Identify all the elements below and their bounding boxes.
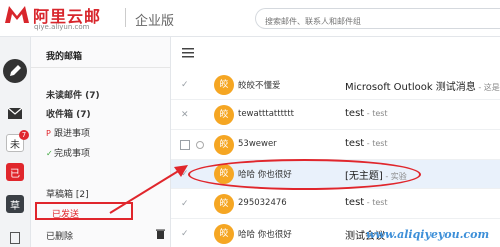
message-list: ✓ 皎 皎皎不懂爱 Microsoft Outlook 测试消息 - 这是在..… [171,37,500,247]
rail-sent-button[interactable]: 已 [6,163,24,181]
mail-app: 阿里云邮 qiye.aliyun.com 企业版 未 7 已 草 [0,0,500,247]
pencil-icon [10,65,21,76]
rail-drafts-label: 草 [10,200,20,212]
folder-followup[interactable]: P 跟进事项 [46,126,90,139]
logo-url: qiye.aliyun.com [34,23,90,31]
message-subject: Microsoft Outlook 测试消息 - 这是在... [345,78,500,93]
flag-icon: P [46,129,51,138]
message-sender: 皎皎不懂爱 [238,81,281,91]
avatar: 皎 [214,194,234,214]
compose-button[interactable] [3,59,27,83]
message-sender: 295032476 [238,198,287,208]
avatar: 皎 [214,224,234,244]
message-subject-text: test [345,108,365,119]
folder-deleted[interactable]: 已删除 [46,229,73,242]
search-input[interactable] [256,12,500,31]
trash-icon[interactable] [156,229,165,239]
folder-followup-label: 跟进事项 [54,129,91,139]
close-icon[interactable]: ✕ [181,110,191,120]
folder-divider [31,67,171,68]
avatar: 皎 [214,135,234,155]
annotation-arrow-icon [109,165,188,214]
avatar: 皎 [214,105,234,125]
message-checkbox[interactable] [180,140,190,150]
message-subject-text: Microsoft Outlook 测试消息 [345,82,476,93]
rail-sent-label: 已 [10,168,20,180]
folder-done-label: 完成事项 [54,149,91,159]
highlight-ellipse [188,159,421,190]
avatar: 皎 [214,75,234,95]
folder-inbox[interactable]: 收件箱 (7) [46,107,91,120]
search-box[interactable] [255,8,500,31]
message-subject: test - test [345,108,388,119]
rail-drafts-button[interactable]: 草 [6,195,24,213]
message-row[interactable]: ✕ 皎 tewatttatttttt test - test [171,101,500,130]
rail-unread-badge: 7 [19,130,29,140]
top-header: 阿里云邮 qiye.aliyun.com 企业版 [0,0,500,37]
message-subject-text: test [345,197,365,208]
edition-label: 企业版 [135,14,175,29]
icon-rail: 未 7 已 草 [0,37,31,247]
mail-button[interactable] [3,103,27,125]
folder-panel-title: 我的邮箱 [46,52,83,62]
message-snippet: - test [364,139,388,148]
message-row[interactable]: ✓ 皎 295032476 test - test [171,190,500,219]
message-row[interactable]: 皎 53wewer test - test [171,131,500,160]
unread-dot-icon[interactable] [196,141,204,149]
message-snippet: - 这是在... [478,83,500,92]
folder-unread[interactable]: 未读邮件 (7) [46,88,100,101]
menu-icon[interactable] [182,48,194,58]
folder-done[interactable]: ✓完成事项 [46,146,90,159]
logo-icon [5,6,29,23]
message-snippet: - test [364,109,388,118]
mail-icon [7,107,23,119]
message-sender: 53wewer [238,139,277,149]
check-icon[interactable]: ✓ [181,80,191,90]
message-subject: test - test [345,138,388,149]
message-sender: tewatttatttttt [238,109,294,119]
folder-drafts[interactable]: 草稿箱 [2] [46,187,89,200]
header-divider [125,8,126,27]
message-subject: test - test [345,197,388,208]
check-icon[interactable]: ✓ [181,229,191,239]
message-subject-text: test [345,138,365,149]
message-row[interactable]: ✓ 皎 皎皎不懂爱 Microsoft Outlook 测试消息 - 这是在..… [171,71,500,100]
message-snippet: - test [364,198,388,207]
message-sender: 哈哈 你也很好 [238,230,292,240]
check-icon: ✓ [46,149,53,158]
rail-unread-label: 未 [10,139,20,151]
rail-calendar-icon[interactable] [10,232,20,244]
watermark: www.aliqiyeyou.com [366,228,490,241]
